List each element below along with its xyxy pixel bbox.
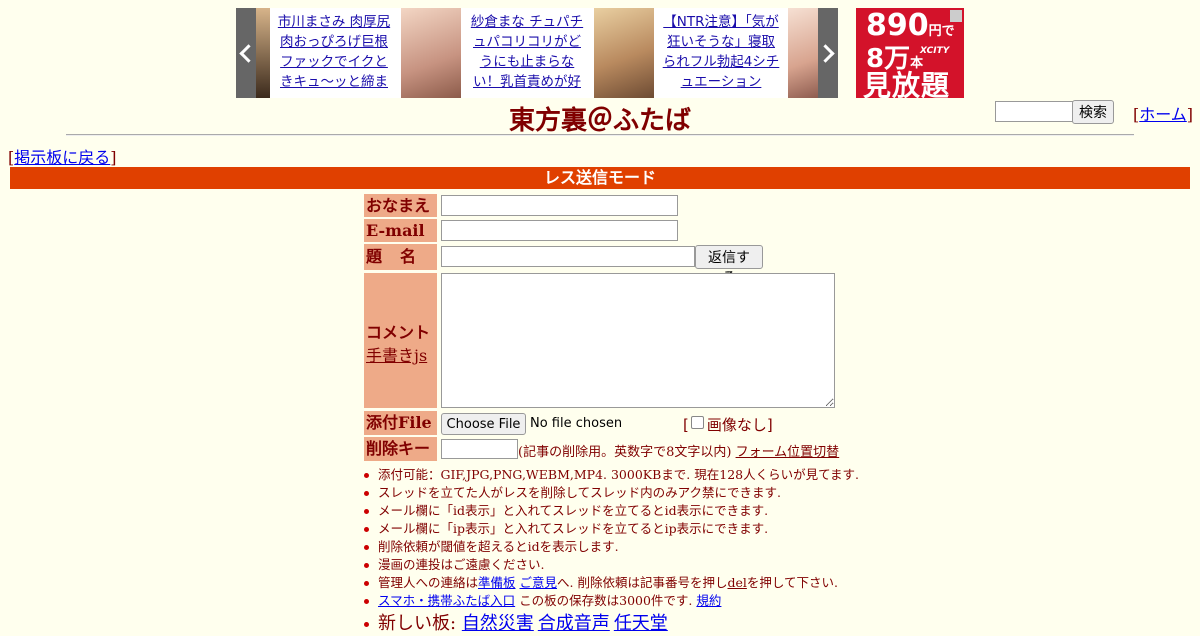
subject-field[interactable]	[441, 246, 695, 267]
note-text: メール欄に「id表示」と入れてスレッドを立てるとid表示にできます.	[378, 503, 769, 518]
note-text: へ. 削除依頼は記事番号を押し	[557, 575, 728, 590]
list-item: 添付可能：GIF,JPG,PNG,WEBM,MP4. 3000KBまで. 現在1…	[364, 466, 859, 484]
back-to-board-link[interactable]: 掲示板に戻る	[14, 148, 110, 167]
new-board-link[interactable]: 任天堂	[614, 613, 668, 634]
ad-brand: XCITY	[920, 46, 950, 56]
bracket-open: [	[683, 416, 689, 434]
search-button[interactable]: 検索	[1072, 100, 1114, 124]
back-link-wrap: [掲示板に戻る]	[8, 144, 117, 168]
ad-banner[interactable]: 市川まさみ 肉厚尻肉おっぴろげ巨根ファックでイクときキュ～ッと締ま 紗倉まな チ…	[236, 8, 838, 98]
chevron-left-icon	[239, 43, 258, 63]
ad-next-button[interactable]	[816, 8, 838, 98]
comment-label: コメント	[366, 323, 431, 342]
chevron-right-icon	[816, 43, 835, 63]
name-label: おなまえ	[364, 194, 437, 217]
mobile-entry-link[interactable]: スマホ・携帯ふたば入口	[378, 593, 515, 608]
note-text: 漫画の連投はご遠慮ください.	[378, 557, 545, 572]
new-board-link[interactable]: 自然災害	[462, 613, 534, 634]
note-text: 管理人への連絡は	[378, 575, 479, 590]
comment-label-cell: コメント 手書きjs	[364, 273, 437, 408]
file-status: No file chosen	[530, 416, 623, 431]
form-position-toggle-link[interactable]: フォーム位置切替	[736, 445, 840, 460]
home-link[interactable]: ホーム	[1139, 105, 1187, 124]
ad-price-unit: 円で	[928, 24, 955, 39]
del-link[interactable]: del	[727, 575, 746, 590]
note-text: 削除依頼が閾値を超えるとidを表示します.	[378, 539, 619, 554]
list-item: メール欄に「id表示」と入れてスレッドを立てるとid表示にできます.	[364, 502, 859, 520]
email-field[interactable]	[441, 220, 678, 241]
ad-thumbnail[interactable]	[401, 8, 461, 98]
home-link-wrap: [ホーム]	[1133, 101, 1193, 125]
reply-submit-button[interactable]: 返信する	[695, 245, 763, 286]
file-label: 添付File	[364, 411, 437, 435]
bracket-close: ]	[110, 148, 117, 167]
ad-thumbnail[interactable]	[788, 8, 818, 98]
note-text: を押して下さい.	[746, 575, 838, 590]
list-item: スマホ・携帯ふたば入口 この板の保存数は3000件です. 規約	[364, 592, 859, 610]
delete-key-field[interactable]	[441, 439, 518, 459]
ad-tagline: 見放題	[863, 69, 951, 98]
delete-key-note: (記事の削除用。英数字で8文字以内)	[518, 445, 732, 460]
list-item: 漫画の連投はご遠慮ください.	[364, 556, 859, 574]
feedback-link[interactable]: ご意見	[520, 575, 558, 590]
no-image-option: [ 画像なし]	[683, 414, 773, 435]
no-image-checkbox[interactable]	[690, 416, 704, 429]
prep-board-link[interactable]: 準備板	[478, 575, 516, 590]
search-input[interactable]	[995, 101, 1074, 122]
board-notes: 添付可能：GIF,JPG,PNG,WEBM,MP4. 3000KBまで. 現在1…	[362, 466, 859, 636]
ad-square-banner[interactable]: 890円で 8万本 XCITY 見放題	[856, 8, 964, 98]
name-field[interactable]	[441, 195, 678, 216]
header-divider	[66, 134, 1134, 136]
ad-prev-button[interactable]	[236, 8, 258, 98]
email-label: E-mail	[364, 219, 437, 242]
note-text: メール欄に「ip表示」と入れてスレッドを立てるとip表示にできます.	[378, 521, 769, 536]
new-boards-label: 新しい板:	[378, 613, 457, 634]
bracket-close: ]	[1186, 105, 1194, 124]
list-item: 新しい板: 自然災害 合成音声 任天堂	[364, 612, 859, 636]
subject-label: 題名	[364, 244, 437, 270]
ad-link[interactable]: 市川まさみ 肉厚尻肉おっぴろげ巨根ファックでイクときキュ～ッと締ま	[274, 12, 394, 98]
ad-thumbnail[interactable]	[594, 8, 654, 98]
list-item: 削除依頼が閾値を超えるとidを表示します.	[364, 538, 859, 556]
note-text: スレッドを立てた人がレスを削除してスレッド内のみアク禁にできます.	[378, 485, 781, 500]
new-board-link[interactable]: 合成音声	[538, 613, 610, 634]
ad-link[interactable]: 紗倉まな チュパチュパコリコリがどうにも止まらない！乳首責めが好	[467, 12, 587, 98]
delete-key-label: 削除キー	[364, 437, 437, 461]
note-text: この板の保存数は3000件です.	[519, 593, 693, 608]
choose-file-button[interactable]: Choose File	[441, 413, 526, 435]
comment-textarea[interactable]	[441, 273, 835, 408]
ad-thumbnail[interactable]	[256, 8, 270, 98]
ad-link[interactable]: 【NTR注意】「気が狂いそうな」寝取られフル勃起4シチュエーション	[661, 12, 781, 98]
reply-mode-bar: レス送信モード	[10, 167, 1190, 189]
bracket-close: ]	[766, 416, 773, 434]
list-item: スレッドを立てた人がレスを削除してスレッド内のみアク禁にできます.	[364, 484, 859, 502]
list-item: 管理人への連絡は準備板 ご意見へ. 削除依頼は記事番号を押しdelを押して下さい…	[364, 574, 859, 592]
list-item: メール欄に「ip表示」と入れてスレッドを立てるとip表示にできます.	[364, 520, 859, 538]
no-image-label: 画像なし	[706, 416, 767, 434]
handwrite-link[interactable]: 手書きjs	[366, 342, 427, 366]
delete-key-note-wrap: (記事の削除用。英数字で8文字以内) フォーム位置切替	[518, 441, 839, 460]
ad-info-icon[interactable]	[950, 10, 962, 22]
rules-link[interactable]: 規約	[696, 593, 721, 608]
note-text: 添付可能：GIF,JPG,PNG,WEBM,MP4. 3000KBまで. 現在1…	[378, 467, 859, 482]
